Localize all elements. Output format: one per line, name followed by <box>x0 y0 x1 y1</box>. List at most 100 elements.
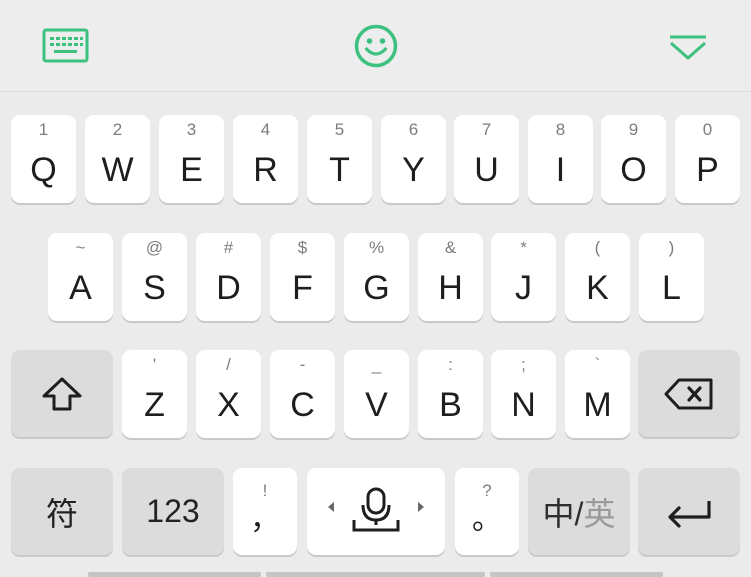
key-main-label: B <box>439 386 462 424</box>
key-sub-label: & <box>444 238 457 257</box>
key-main-label: H <box>438 269 463 307</box>
key-sub-label: 2 <box>112 120 123 139</box>
key-sub-label: : <box>448 355 453 374</box>
key-main-label: W <box>101 151 134 189</box>
key-l[interactable]: ) L <box>639 233 704 321</box>
language-current-label: 中/ <box>542 495 584 532</box>
language-toggle-key[interactable]: 中/英 <box>528 468 630 555</box>
key-sub-label: / <box>226 355 231 374</box>
key-r[interactable]: 4R <box>233 115 298 203</box>
backspace-key[interactable] <box>638 350 740 437</box>
key-main-label: V <box>365 386 388 424</box>
comma-label: ， <box>250 503 280 536</box>
bottom-handles <box>0 572 751 577</box>
key-f[interactable]: $ F <box>270 233 335 321</box>
key-sub-label: 7 <box>481 120 492 139</box>
key-sub-label: 3 <box>186 120 197 139</box>
enter-key[interactable] <box>638 468 740 555</box>
key-m[interactable]: ` M <box>565 350 630 438</box>
key-p[interactable]: 0P <box>675 115 740 203</box>
key-sub-label: _ <box>371 355 382 374</box>
chevron-down-icon[interactable] <box>668 34 708 62</box>
symbols-key[interactable]: 符 <box>11 468 113 555</box>
key-sub-label: 6 <box>408 120 419 139</box>
key-t[interactable]: 5T <box>307 115 372 203</box>
key-i[interactable]: 8I <box>528 115 593 203</box>
key-u[interactable]: 7U <box>454 115 519 203</box>
key-main-label: O <box>620 151 647 189</box>
key-main-label: P <box>696 151 719 189</box>
key-y[interactable]: 6Y <box>381 115 446 203</box>
key-main-label: S <box>143 269 166 307</box>
space-key[interactable] <box>307 468 445 555</box>
key-z[interactable]: ' Z <box>122 350 187 438</box>
key-sub-label: - <box>299 355 306 374</box>
period-key[interactable]: ? 。 <box>455 468 519 555</box>
key-sub-label: 8 <box>555 120 566 139</box>
key-v[interactable]: _ V <box>344 350 409 438</box>
key-sub-label: % <box>368 238 385 257</box>
key-x[interactable]: / X <box>196 350 261 438</box>
key-q[interactable]: 1Q <box>11 115 76 203</box>
key-sub-label: ; <box>521 355 526 374</box>
key-j[interactable]: * J <box>491 233 556 321</box>
period-sub-label: ? <box>482 481 492 500</box>
keyboard-toolbar <box>0 0 751 92</box>
key-g[interactable]: % G <box>344 233 409 321</box>
period-label: 。 <box>472 503 502 536</box>
smiley-icon[interactable] <box>354 24 398 68</box>
key-a[interactable]: ~ A <box>48 233 113 321</box>
comma-key[interactable]: ! ， <box>233 468 297 555</box>
key-main-label: M <box>583 386 612 424</box>
key-main-label: F <box>292 269 313 307</box>
key-sub-label: ' <box>152 355 157 374</box>
backspace-icon <box>638 350 740 437</box>
key-main-label: J <box>515 269 532 307</box>
key-main-label: N <box>511 386 536 424</box>
key-main-label: Y <box>402 151 425 189</box>
language-alt-label: 英 <box>583 495 616 532</box>
enter-icon <box>638 468 740 555</box>
key-sub-label: 5 <box>334 120 345 139</box>
microphone-icon <box>328 487 424 531</box>
comma-sub-label: ! <box>262 481 268 500</box>
key-main-label: I <box>555 151 566 189</box>
shift-key[interactable] <box>11 350 113 437</box>
key-sub-label: ) <box>668 238 675 257</box>
key-w[interactable]: 2W <box>85 115 150 203</box>
key-main-label: L <box>662 269 681 307</box>
key-main-label: R <box>253 151 278 189</box>
key-e[interactable]: 3E <box>159 115 224 203</box>
key-sub-label: 0 <box>702 120 713 139</box>
key-sub-label: $ <box>297 238 308 257</box>
key-c[interactable]: -C <box>270 350 335 438</box>
numbers-label: 123 <box>146 493 200 529</box>
key-main-label: K <box>586 269 609 307</box>
key-main-label: C <box>290 386 315 424</box>
key-main-label: A <box>69 269 92 307</box>
key-sub-label: ~ <box>75 238 86 257</box>
keyboard-icon[interactable] <box>42 28 89 64</box>
key-main-label: U <box>474 151 499 189</box>
key-sub-label: # <box>223 238 234 257</box>
key-sub-label: ( <box>594 238 601 257</box>
key-sub-label: @ <box>145 238 164 257</box>
shift-icon <box>11 350 113 437</box>
key-main-label: D <box>216 269 241 307</box>
key-main-label: Z <box>144 386 165 424</box>
key-sub-label: 9 <box>628 120 639 139</box>
numbers-key[interactable]: 123 <box>122 468 224 555</box>
key-s[interactable]: @ S <box>122 233 187 321</box>
key-h[interactable]: & H <box>418 233 483 321</box>
key-d[interactable]: # D <box>196 233 261 321</box>
key-b[interactable]: :B <box>418 350 483 438</box>
key-k[interactable]: (K <box>565 233 630 321</box>
key-sub-label: ` <box>594 355 601 374</box>
key-n[interactable]: ; N <box>491 350 556 438</box>
key-sub-label: 4 <box>260 120 271 139</box>
key-o[interactable]: 9O <box>601 115 666 203</box>
symbols-label: 符 <box>45 495 78 532</box>
key-main-label: T <box>329 151 350 189</box>
key-sub-label: * <box>520 238 527 257</box>
key-main-label: G <box>363 269 390 307</box>
